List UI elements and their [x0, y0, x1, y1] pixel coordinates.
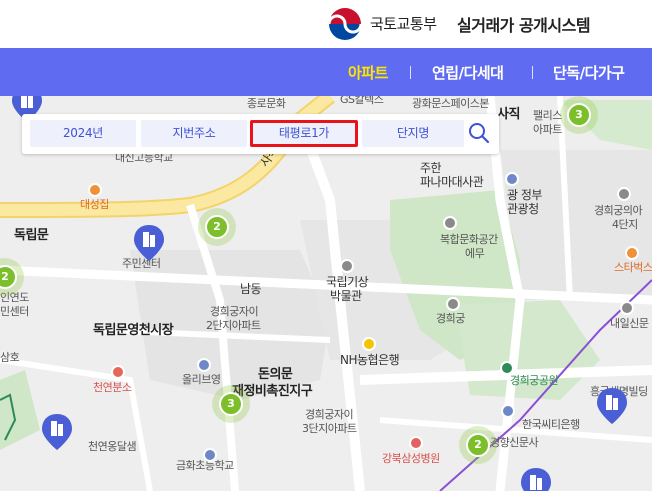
label-gov-office: 광 정부 [507, 188, 542, 202]
newspaper-icon[interactable] [620, 301, 634, 315]
year-select[interactable]: 2024년 [30, 120, 136, 147]
label-national-weather-2: 박물관 [330, 289, 362, 303]
school-icon[interactable] [203, 448, 217, 462]
label-cheonyeon-bunso: 천연분소 [93, 381, 132, 394]
label-starbucks: 스타벅스 [614, 261, 652, 274]
cafe-icon[interactable] [625, 246, 639, 260]
label-korea-citi: 한국씨티은행 [522, 418, 580, 431]
label-gyeonghui-3: 경희궁자이 [305, 408, 354, 421]
government-icon[interactable] [505, 172, 519, 186]
label-donuimun: 돈의문 [258, 367, 293, 382]
system-title[interactable]: 실거래가 공개시스템 [457, 12, 591, 36]
label-naeil: 내일신문 [610, 317, 649, 330]
label-olive-young: 올리브영 [182, 373, 221, 386]
search-icon[interactable] [468, 122, 490, 144]
apartment-marker-icon[interactable] [132, 223, 166, 263]
culture-space-icon[interactable] [443, 216, 457, 230]
label-sajik: 사직 [497, 107, 520, 122]
label-pana-embassy-2: 파나마대사관 [420, 175, 484, 189]
bank-icon[interactable] [362, 337, 376, 351]
label-gyeonghui-4: 경희궁의아 [594, 204, 643, 217]
address-type-select[interactable]: 지번주소 [141, 120, 247, 147]
transaction-cluster[interactable]: 3 [212, 385, 250, 423]
apartment-marker-icon[interactable] [519, 466, 553, 491]
label-nh-bank: NH농협은행 [340, 353, 400, 367]
label-pana-embassy: 주한 [420, 161, 442, 175]
apartment-marker-icon[interactable] [40, 412, 74, 452]
dong-select[interactable]: 태평로1가 [250, 120, 358, 147]
label-gyeonghuigung-park: 경희궁공원 [510, 374, 559, 387]
label-gwanghwamun: 광화문스페이스본 [412, 97, 489, 110]
nav-house[interactable]: 단독/다가구 [553, 62, 625, 83]
label-min-center-2: 민센터 [0, 305, 29, 318]
transaction-cluster[interactable]: 3 [560, 96, 598, 134]
label-geumhwa-school: 금화초등학교 [176, 459, 234, 472]
label-gyeonghui-3b: 3단지아파트 [302, 422, 357, 435]
label-samho: 삼호 [0, 351, 20, 364]
transaction-cluster[interactable]: 2 [198, 208, 236, 246]
label-daesungjip: 대성집 [80, 198, 109, 211]
property-type-nav: 아파트 연립/다세대 단독/다가구 [0, 48, 652, 96]
label-gyeonghuigung: 경희궁 [436, 312, 465, 325]
hospital-icon[interactable] [409, 436, 423, 450]
top-header: 국토교통부 실거래가 공개시스템 [0, 0, 652, 48]
apartment-poi-icon[interactable] [617, 187, 631, 201]
map-view[interactable]: 종로문화 GS칼텍스 광화문스페이스본 사직 팰리스 아파트 대신고등학교 사직… [0, 96, 652, 491]
label-dongnimmun: 독립문 [14, 228, 49, 243]
government-emblem-icon[interactable] [327, 6, 363, 42]
label-kangbuk-hospital: 강북삼성병원 [382, 452, 440, 465]
ministry-name: 국토교통부 [370, 15, 437, 33]
nav-villa[interactable]: 연립/다세대 [432, 62, 504, 83]
label-gs-caltex: GS칼텍스 [340, 96, 384, 106]
label-jongno-culture: 종로문화 [247, 97, 286, 110]
complex-name-input[interactable]: 단지명 [362, 120, 464, 147]
citi-bank-icon[interactable] [501, 404, 515, 418]
label-gyeonghyang: 경향신문사 [490, 436, 539, 449]
search-filter-bar: 2024년 지번주소 태평로1가 단지명 [22, 114, 499, 154]
label-palace-apt: 팰리스 [533, 109, 562, 122]
label-south-dong: 남동 [240, 282, 262, 296]
label-complex-culture: 복합문화공간 [440, 233, 498, 246]
label-palace-apt-2: 아파트 [533, 123, 562, 136]
museum-icon[interactable] [340, 259, 354, 273]
label-gyeonghui-1b: 2단지아파트 [206, 319, 261, 332]
label-gov-office-2: 관광청 [507, 202, 539, 216]
nav-apartment[interactable]: 아파트 [348, 62, 388, 83]
label-dongnimmun-market: 독립문영천시장 [93, 323, 174, 338]
post-office-icon[interactable] [111, 365, 125, 379]
label-gyeonghui-4b: 4단지 [612, 218, 638, 231]
label-complex-culture-2: 에무 [465, 247, 485, 260]
palace-icon[interactable] [446, 297, 460, 311]
transaction-cluster[interactable]: 2 [459, 426, 497, 464]
label-gyeonghui-1: 경희궁자이 [210, 305, 259, 318]
park-icon[interactable] [500, 361, 514, 375]
restaurant-icon[interactable] [88, 183, 102, 197]
nav-divider [410, 66, 411, 79]
nav-divider [532, 66, 533, 79]
store-icon[interactable] [197, 358, 211, 372]
apartment-marker-icon[interactable] [595, 386, 629, 426]
label-national-weather: 국립기상 [326, 275, 369, 289]
label-cheonyeon-ong: 천연옹달샘 [88, 440, 137, 453]
